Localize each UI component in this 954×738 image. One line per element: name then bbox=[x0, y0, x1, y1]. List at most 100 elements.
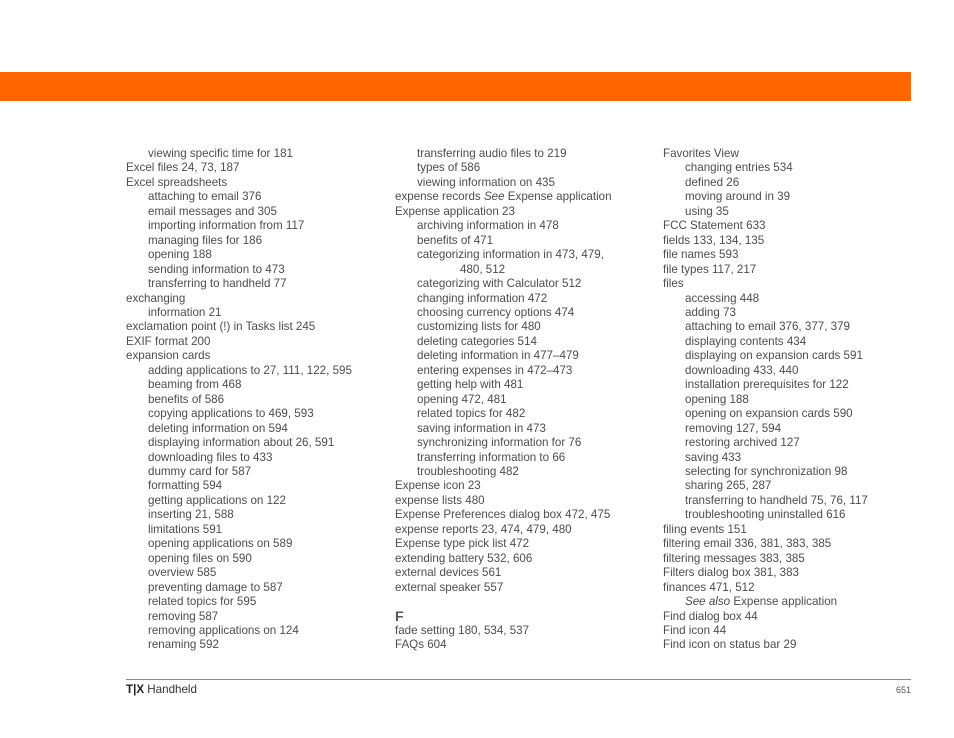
index-subentry: managing files for 186 bbox=[126, 234, 352, 248]
entry-text: displaying contents 434 bbox=[685, 334, 807, 348]
entry-text: troubleshooting 482 bbox=[417, 464, 519, 478]
index-entry: filtering email 336, 381, 383, 385 bbox=[663, 537, 868, 551]
entry-text: Favorites View bbox=[663, 147, 739, 160]
entry-text: fields 133, 134, 135 bbox=[663, 233, 765, 247]
entry-text: removing applications on 124 bbox=[148, 623, 299, 637]
index-subentry: formatting 594 bbox=[126, 479, 352, 493]
index-entry: expense reports 23, 474, 479, 480 bbox=[395, 523, 612, 537]
index-subentry: changing information 472 bbox=[395, 292, 612, 306]
index-subentry: displaying contents 434 bbox=[663, 335, 868, 349]
see-target: Expense application bbox=[504, 190, 612, 204]
entry-text: using 35 bbox=[685, 204, 729, 218]
index-subentry: archiving information in 478 bbox=[395, 219, 612, 233]
index-subentry: email messages and 305 bbox=[126, 205, 352, 219]
entry-text: sending information to 473 bbox=[148, 262, 285, 276]
index-entry: Excel files 24, 73, 187 bbox=[126, 161, 352, 175]
entry-text: deleting information in 477–479 bbox=[417, 349, 579, 363]
index-entry: EXIF format 200 bbox=[126, 335, 352, 349]
index-subentry: benefits of 586 bbox=[126, 393, 352, 407]
index-subentry: downloading files to 433 bbox=[126, 451, 352, 465]
entry-text: Excel spreadsheets bbox=[126, 175, 228, 189]
index-subentry: downloading 433, 440 bbox=[663, 364, 868, 378]
index-letter-heading: F bbox=[395, 608, 404, 625]
index-entry: external devices 561 bbox=[395, 566, 612, 580]
entry-text: troubleshooting uninstalled 616 bbox=[685, 508, 846, 522]
index-entry: expansion cards bbox=[126, 349, 352, 363]
entry-text: email messages and 305 bbox=[148, 204, 277, 218]
entry-text: customizing lists for 480 bbox=[417, 320, 541, 334]
entry-text: downloading files to 433 bbox=[148, 450, 273, 464]
index-subentry: transferring information to 66 bbox=[395, 451, 612, 465]
see-reference: See bbox=[483, 190, 505, 204]
index-subentry: viewing specific time for 181 bbox=[126, 147, 352, 161]
index-entry: file types 117, 217 bbox=[663, 263, 868, 277]
index-entry: fields 133, 134, 135 bbox=[663, 234, 868, 248]
index-subentry: moving around in 39 bbox=[663, 190, 868, 204]
entry-text: inserting 21, 588 bbox=[148, 508, 234, 522]
index-subentry: saving information in 473 bbox=[395, 422, 612, 436]
entry-text: expense lists 480 bbox=[395, 493, 485, 507]
index-subentry: transferring audio files to 219 bbox=[395, 147, 612, 161]
index-entry: Find dialog box 44 bbox=[663, 610, 868, 624]
entry-text: dummy card for 587 bbox=[148, 464, 252, 478]
index-entry: finances 471, 512 bbox=[663, 581, 868, 595]
index-subentry: entering expenses in 472–473 bbox=[395, 364, 612, 378]
entry-text: Find icon on status bar 29 bbox=[663, 638, 797, 652]
entry-text: renaming 592 bbox=[148, 638, 219, 652]
index-subentry: sending information to 473 bbox=[126, 263, 352, 277]
index-entry: Excel spreadsheets bbox=[126, 176, 352, 190]
entry-text: opening applications on 589 bbox=[148, 537, 293, 551]
entry-text: benefits of 471 bbox=[417, 233, 494, 247]
index-subentry: copying applications to 469, 593 bbox=[126, 407, 352, 421]
index-subentry: preventing damage to 587 bbox=[126, 581, 352, 595]
index-subentry: See also Expense application bbox=[663, 595, 868, 609]
entry-text: transferring to handheld 77 bbox=[148, 277, 287, 291]
index-subentry: opening on expansion cards 590 bbox=[663, 407, 868, 421]
entry-text: opening files on 590 bbox=[148, 551, 252, 565]
entry-text: related topics for 482 bbox=[417, 407, 526, 421]
index-subentry: inserting 21, 588 bbox=[126, 508, 352, 522]
entry-text: displaying on expansion cards 591 bbox=[685, 349, 863, 363]
entry-text: restoring archived 127 bbox=[685, 436, 800, 450]
entry-text: FCC Statement 633 bbox=[663, 219, 766, 233]
entry-text: importing information from 117 bbox=[148, 219, 305, 233]
index-entry: expense records See Expense application bbox=[395, 190, 612, 204]
entry-text: expansion cards bbox=[126, 349, 211, 363]
index-entry: external speaker 557 bbox=[395, 581, 612, 595]
entry-text: limitations 591 bbox=[148, 522, 223, 536]
entry-text: opening 188 bbox=[148, 248, 212, 262]
entry-text: managing files for 186 bbox=[148, 233, 263, 247]
index-subentry: troubleshooting 482 bbox=[395, 465, 612, 479]
footer-brand: T|X bbox=[126, 683, 145, 696]
index-subentry: attaching to email 376 bbox=[126, 190, 352, 204]
entry-text: related topics for 595 bbox=[148, 595, 257, 609]
entry-text: filing events 151 bbox=[663, 522, 747, 536]
index-subentry: customizing lists for 480 bbox=[395, 320, 612, 334]
entry-text: defined 26 bbox=[685, 175, 740, 189]
index-subentry: opening 188 bbox=[126, 248, 352, 262]
entry-text: Expense application 23 bbox=[395, 204, 515, 218]
entry-text: files bbox=[663, 277, 684, 291]
entry-text: getting help with 481 bbox=[417, 378, 524, 392]
index-subentry: categorizing information in 473, 479, bbox=[395, 248, 612, 262]
entry-text: external devices 561 bbox=[395, 566, 502, 580]
entry-text: transferring information to 66 bbox=[417, 450, 566, 464]
index-entry: filtering messages 383, 385 bbox=[663, 552, 868, 566]
entry-text: Excel files 24, 73, 187 bbox=[126, 161, 240, 175]
index-subentry: sharing 265, 287 bbox=[663, 479, 868, 493]
entry-text: transferring to handheld 75, 76, 117 bbox=[685, 493, 868, 507]
index-subentry: choosing currency options 474 bbox=[395, 306, 612, 320]
entry-text: external speaker 557 bbox=[395, 580, 504, 594]
index-entry: exclamation point (!) in Tasks list 245 bbox=[126, 320, 352, 334]
index-subentry: renaming 592 bbox=[126, 638, 352, 652]
entry-text: opening on expansion cards 590 bbox=[685, 407, 853, 421]
entry-text: deleting information on 594 bbox=[148, 421, 288, 435]
index-subentry: saving 433 bbox=[663, 451, 868, 465]
entry-text: synchronizing information for 76 bbox=[417, 436, 582, 450]
entry-text: filtering messages 383, 385 bbox=[663, 551, 805, 565]
entry-text: Expense icon 23 bbox=[395, 479, 481, 493]
entry-text: types of 586 bbox=[417, 161, 481, 175]
index-subentry: troubleshooting uninstalled 616 bbox=[663, 508, 868, 522]
entry-text: accessing 448 bbox=[685, 291, 760, 305]
index-subentry: removing 587 bbox=[126, 610, 352, 624]
